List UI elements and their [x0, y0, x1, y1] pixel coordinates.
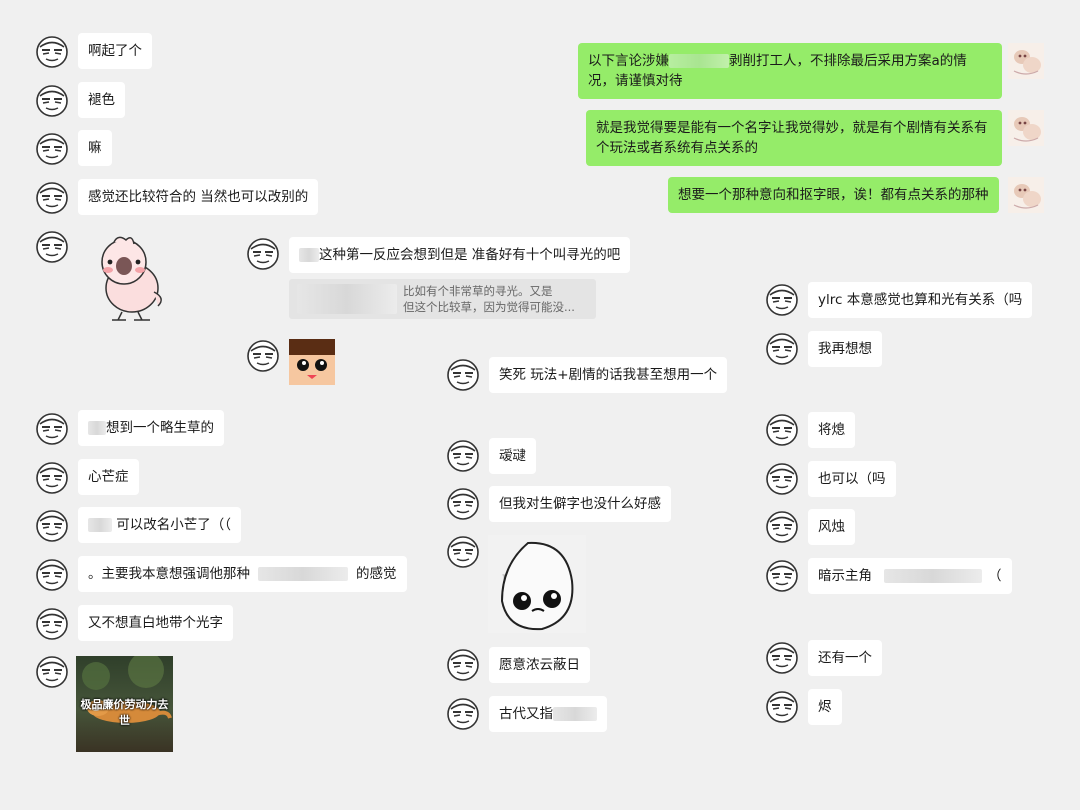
message-bubble: 嘛	[78, 130, 112, 166]
user-avatar[interactable]	[445, 646, 481, 682]
message-bubble: 愿意浓云蔽日	[489, 647, 590, 683]
message-bubble: 烬	[808, 689, 842, 725]
user-avatar[interactable]	[764, 411, 800, 447]
message-bubble: 这种第一反应会想到但是 准备好有十个叫寻光的吧	[289, 237, 631, 273]
message-bubble: 心芒症	[78, 459, 139, 495]
message-bubble: 啊起了个	[78, 33, 152, 69]
message-bubble: 想到一个略生草的	[78, 410, 224, 446]
user-avatar[interactable]	[445, 356, 481, 392]
redacted-text	[88, 518, 112, 532]
message-bubble: 也可以（吗	[808, 461, 896, 497]
message-bubble: 叆叇	[489, 438, 536, 474]
user-avatar[interactable]	[34, 228, 70, 264]
user-avatar[interactable]	[34, 653, 70, 689]
message-text: 以下言论涉嫌	[588, 53, 669, 69]
math-blob-sticker[interactable]: log b =	[488, 535, 586, 633]
user-avatar[interactable]	[764, 330, 800, 366]
user-avatar[interactable]	[445, 437, 481, 473]
message-text: 。主要我本意想强调他那种	[88, 566, 250, 582]
message-bubble: 还有一个	[808, 640, 882, 676]
user-avatar[interactable]	[34, 82, 70, 118]
user-avatar[interactable]	[764, 508, 800, 544]
self-avatar[interactable]	[1008, 110, 1044, 146]
message-bubble: 风烛	[808, 509, 855, 545]
self-message-bubble: 想要一个那种意向和抠字眼，诶！都有点关系的那种	[668, 177, 999, 213]
user-avatar[interactable]	[245, 337, 281, 373]
redacted-text	[669, 54, 729, 68]
user-avatar[interactable]	[245, 235, 281, 271]
message-text: 想到一个略生草的	[106, 420, 214, 436]
message-bubble: 可以改名小芒了（（	[78, 507, 242, 543]
redacted-text	[88, 421, 106, 435]
message-bubble: 感觉还比较符合的 当然也可以改别的	[78, 179, 319, 215]
message-text: 暗示主角	[818, 568, 872, 584]
redacted-text	[258, 567, 348, 581]
quoted-message[interactable]: 比如有个非常草的寻光。又是 但这个比较草，因为觉得可能没...	[289, 279, 596, 319]
user-avatar[interactable]	[34, 410, 70, 446]
user-avatar[interactable]	[34, 33, 70, 69]
message-text: 这种第一反应会想到但是 准备好有十个叫寻光的吧	[319, 247, 621, 263]
message-text: 的感觉	[356, 566, 397, 582]
message-text: 古代又指	[499, 706, 553, 722]
user-avatar[interactable]	[764, 688, 800, 724]
sticker-caption: 极品廉价劳动力去世	[80, 698, 169, 727]
self-message-bubble: 就是我觉得要是能有一个名字让我觉得妙，就是有个剧情有关系有个玩法或者系统有点关系…	[586, 110, 1002, 166]
user-avatar[interactable]	[445, 485, 481, 521]
message-bubble: 将熄	[808, 412, 855, 448]
redacted-text	[299, 248, 319, 262]
user-avatar[interactable]	[445, 695, 481, 731]
message-bubble: 。主要我本意想强调他那种 的感觉	[78, 556, 407, 592]
user-avatar[interactable]	[34, 605, 70, 641]
redacted-text	[553, 707, 597, 721]
message-bubble: 暗示主角 （	[808, 558, 1012, 594]
user-avatar[interactable]	[764, 460, 800, 496]
redacted-text	[884, 569, 982, 583]
self-avatar[interactable]	[1008, 177, 1044, 213]
message-bubble: 又不想直白地带个光字	[78, 605, 233, 641]
self-avatar[interactable]	[1008, 43, 1044, 79]
user-avatar[interactable]	[34, 130, 70, 166]
message-bubble: 古代又指	[489, 696, 607, 732]
sleeping-dog-sticker[interactable]: 极品廉价劳动力去世	[76, 656, 173, 752]
user-avatar[interactable]	[34, 179, 70, 215]
message-text: 可以改名小芒了（（	[116, 517, 232, 533]
message-text: （	[988, 568, 1002, 584]
user-avatar[interactable]	[445, 533, 481, 569]
user-avatar[interactable]	[34, 459, 70, 495]
quote-text: 比如有个非常草的寻光。又是	[403, 284, 553, 298]
user-avatar[interactable]	[34, 507, 70, 543]
cockatoo-sticker[interactable]	[88, 232, 174, 324]
message-bubble: 褪色	[78, 82, 125, 118]
redacted-text	[297, 284, 397, 314]
user-avatar[interactable]	[764, 639, 800, 675]
message-bubble: 笑死 玩法+剧情的话我甚至想用一个	[489, 357, 728, 393]
user-avatar[interactable]	[764, 281, 800, 317]
message-bubble: 但我对生僻字也没什么好感	[489, 486, 671, 522]
user-avatar[interactable]	[34, 556, 70, 592]
self-message-bubble: 以下言论涉嫌 剥削打工人，不排除最后采用方案a的情况，请谨慎对待	[578, 43, 1002, 99]
face-sticker[interactable]	[289, 339, 335, 385]
user-avatar[interactable]	[764, 557, 800, 593]
quote-text: 但这个比较草，因为觉得可能没...	[403, 300, 575, 314]
message-bubble: ylrc 本意感觉也算和光有关系（吗	[808, 282, 1033, 318]
message-bubble: 我再想想	[808, 331, 882, 367]
